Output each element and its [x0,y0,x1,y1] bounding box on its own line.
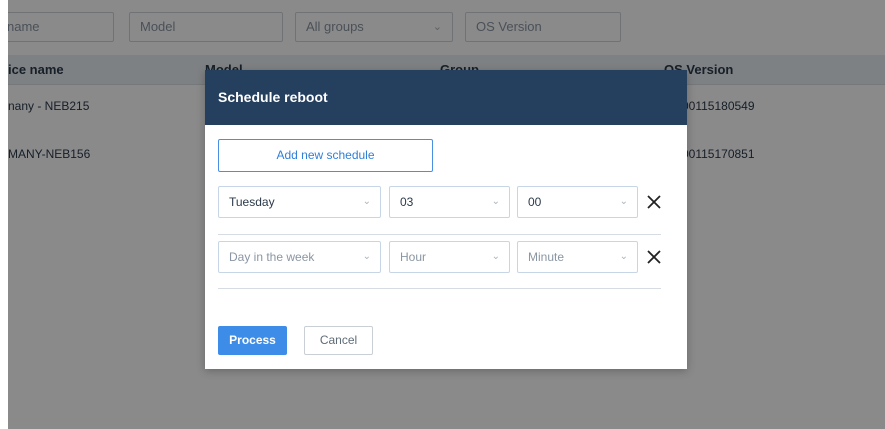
chevron-down-icon: ⌄ [619,196,628,207]
schedule-divider [218,234,661,235]
chevron-down-icon: ⌄ [491,196,500,207]
day-select[interactable]: Day in the week ⌄ [218,241,381,273]
minute-value: 00 [528,195,542,209]
close-icon[interactable] [645,193,663,211]
chevron-down-icon: ⌄ [491,251,500,262]
dialog-title: Schedule reboot [218,89,328,105]
device-list-page: name Model All groups ⌄ OS Version ice n… [0,0,885,429]
minute-placeholder: Minute [528,250,565,264]
schedule-divider [218,288,661,289]
dialog-header: Schedule reboot [205,70,687,125]
schedule-reboot-dialog: Schedule reboot Add new schedule Tuesday… [205,70,687,369]
hour-placeholder: Hour [400,250,427,264]
day-value: Tuesday [229,195,275,209]
day-placeholder: Day in the week [229,250,315,264]
day-select[interactable]: Tuesday ⌄ [218,186,381,218]
minute-select[interactable]: 00 ⌄ [517,186,638,218]
close-icon[interactable] [645,248,663,266]
hour-select[interactable]: Hour ⌄ [389,241,510,273]
minute-select[interactable]: Minute ⌄ [517,241,638,273]
cancel-button[interactable]: Cancel [304,326,373,355]
left-edge [0,0,8,429]
chevron-down-icon: ⌄ [362,196,371,207]
process-button[interactable]: Process [218,326,287,355]
add-new-schedule-button[interactable]: Add new schedule [218,139,433,172]
chevron-down-icon: ⌄ [619,251,628,262]
hour-select[interactable]: 03 ⌄ [389,186,510,218]
hour-value: 03 [400,195,414,209]
chevron-down-icon: ⌄ [362,251,371,262]
